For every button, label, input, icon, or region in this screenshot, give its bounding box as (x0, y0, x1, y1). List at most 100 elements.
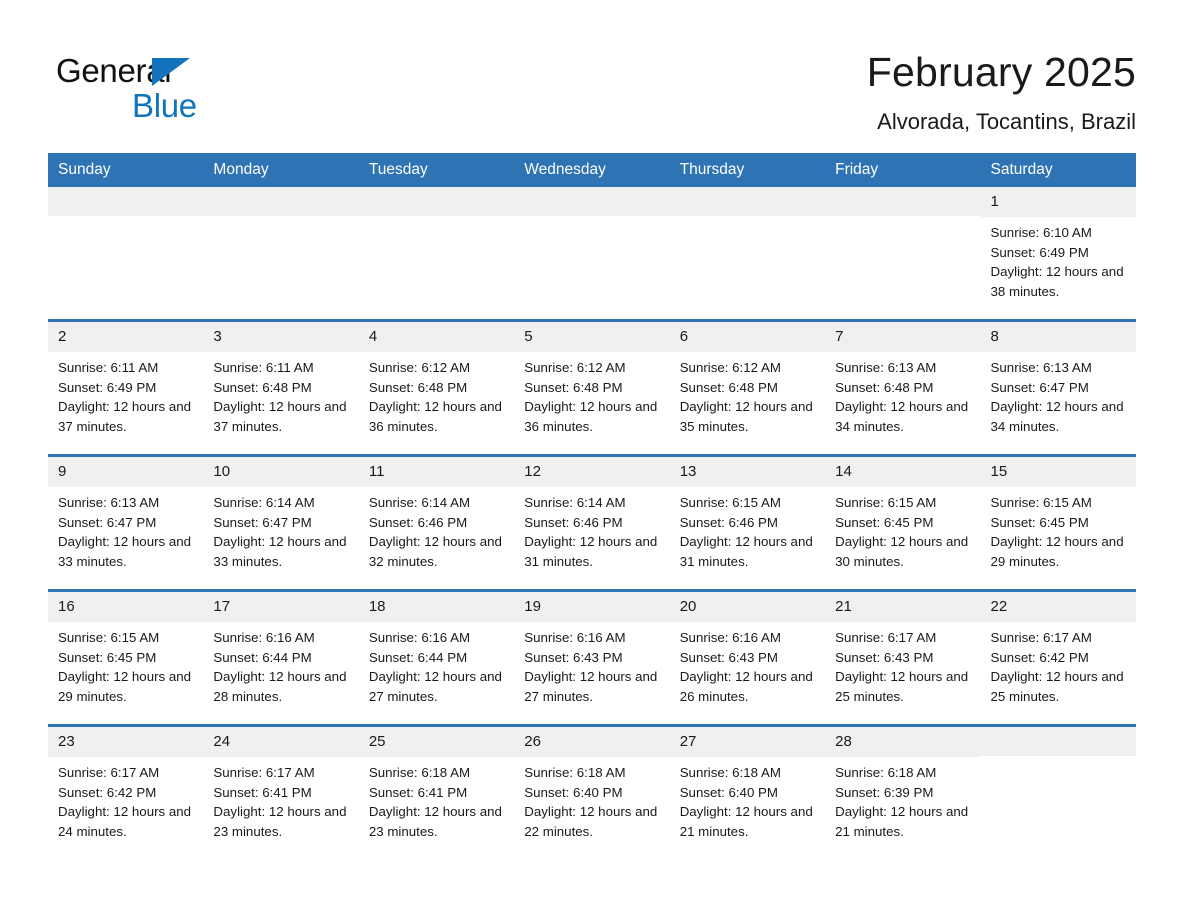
daylight-text: Daylight: 12 hours and 34 minutes. (835, 399, 969, 434)
title-block: February 2025 Alvorada, Tocantins, Brazi… (867, 48, 1136, 134)
day-sun-info: Sunrise: 6:16 AM Sunset: 6:43 PM Daylight:… (670, 622, 825, 707)
sunrise-text: Sunrise: 6:16 AM (679, 629, 781, 645)
sunrise-text: Sunrise: 6:13 AM (990, 359, 1092, 375)
calendar-day-cell[interactable]: 12 Sunrise: 6:14 AM Sunset: 6:46 PM Dayligh… (514, 454, 670, 591)
day-cell-inner (203, 187, 359, 319)
sunset-text: Sunset: 6:43 PM (524, 649, 623, 665)
day-number: 5 (514, 322, 670, 352)
sunset-text: Sunset: 6:47 PM (58, 514, 157, 530)
day-sun-info: Sunrise: 6:13 AM Sunset: 6:47 PM Daylight:… (981, 352, 1136, 437)
sunrise-text: Sunrise: 6:11 AM (213, 359, 314, 375)
daylight-text: Daylight: 12 hours and 33 minutes. (213, 534, 347, 569)
calendar-day-cell[interactable]: 4 Sunrise: 6:12 AM Sunset: 6:48 PM Daylight… (358, 319, 515, 456)
day-cell-inner: 1 Sunrise: 6:10 AM Sunset: 6:49 PM Daylight… (980, 187, 1136, 319)
calendar-day-cell[interactable]: 24 Sunrise: 6:17 AM Sunset: 6:41 PM Dayligh… (203, 724, 359, 860)
calendar-day-cell[interactable]: 15 Sunrise: 6:15 AM Sunset: 6:45 PM Dayligh… (980, 454, 1136, 591)
day-number: 11 (358, 457, 515, 487)
calendar-day-cell[interactable]: 3 Sunrise: 6:11 AM Sunset: 6:48 PM Daylight… (203, 319, 359, 456)
sunrise-text: Sunrise: 6:14 AM (368, 494, 471, 510)
day-number (669, 187, 826, 217)
sunset-text: Sunset: 6:49 PM (58, 379, 157, 395)
calendar-day-cell[interactable]: 11 Sunrise: 6:14 AM Sunset: 6:46 PM Dayligh… (358, 454, 515, 591)
calendar-day-cell[interactable]: 17 Sunrise: 6:16 AM Sunset: 6:44 PM Dayligh… (203, 589, 359, 726)
day-number: 17 (203, 592, 359, 622)
day-cell-inner: 27 Sunrise: 6:18 AM Sunset: 6:40 PM Dayligh… (669, 727, 826, 859)
sunset-text: Sunset: 6:46 PM (368, 514, 468, 530)
day-cell-inner (514, 187, 670, 319)
day-number (48, 187, 204, 217)
calendar-day-cell[interactable]: 9 Sunrise: 6:13 AM Sunset: 6:47 PM Daylight… (48, 454, 204, 591)
calendar-day-cell[interactable]: 27 Sunrise: 6:18 AM Sunset: 6:40 PM Dayligh… (669, 724, 826, 860)
day-sun-info: Sunrise: 6:14 AM Sunset: 6:47 PM Daylight:… (203, 487, 358, 572)
calendar-day-cell[interactable]: 18 Sunrise: 6:16 AM Sunset: 6:44 PM Dayligh… (358, 589, 515, 726)
sunrise-text: Sunrise: 6:17 AM (835, 629, 937, 645)
sunset-text: Sunset: 6:46 PM (524, 514, 623, 530)
daylight-text: Daylight: 12 hours and 37 minutes. (213, 399, 347, 434)
sunset-text: Sunset: 6:45 PM (835, 514, 934, 530)
day-sun-info: Sunrise: 6:18 AM Sunset: 6:41 PM Daylight:… (359, 757, 514, 842)
day-cell-inner: 8 Sunrise: 6:13 AM Sunset: 6:47 PM Daylight… (980, 322, 1136, 454)
calendar-day-cell[interactable]: 5 Sunrise: 6:12 AM Sunset: 6:48 PM Daylight… (514, 319, 670, 456)
sunrise-text: Sunrise: 6:14 AM (524, 494, 626, 510)
day-sun-info: Sunrise: 6:18 AM Sunset: 6:39 PM Daylight:… (825, 757, 980, 842)
day-number: 12 (514, 457, 670, 487)
daylight-text: Daylight: 12 hours and 23 minutes. (368, 804, 502, 839)
calendar-day-cell[interactable]: 25 Sunrise: 6:18 AM Sunset: 6:41 PM Dayligh… (358, 724, 515, 860)
calendar-day-cell[interactable]: 8 Sunrise: 6:13 AM Sunset: 6:47 PM Daylight… (980, 319, 1136, 456)
day-cell-inner: 13 Sunrise: 6:15 AM Sunset: 6:46 PM Dayligh… (669, 457, 826, 589)
page-title: February 2025 (866, 49, 1136, 95)
calendar-day-cell[interactable]: 16 Sunrise: 6:15 AM Sunset: 6:45 PM Dayligh… (48, 589, 204, 726)
daylight-text: Daylight: 12 hours and 34 minutes. (990, 399, 1124, 434)
day-sun-info: Sunrise: 6:15 AM Sunset: 6:46 PM Daylight:… (670, 487, 825, 572)
day-sun-info: Sunrise: 6:15 AM Sunset: 6:45 PM Daylight:… (825, 487, 980, 572)
daylight-text: Daylight: 12 hours and 36 minutes. (524, 399, 658, 434)
calendar-day-cell[interactable]: 26 Sunrise: 6:18 AM Sunset: 6:40 PM Dayligh… (514, 724, 670, 860)
weekday-header-monday: Monday (203, 153, 359, 188)
day-sun-info: Sunrise: 6:16 AM Sunset: 6:44 PM Daylight:… (203, 622, 358, 707)
calendar-week-row: 9 Sunrise: 6:13 AM Sunset: 6:47 PM Daylight… (48, 454, 1136, 591)
calendar-week-row: 23 Sunrise: 6:17 AM Sunset: 6:42 PM Dayligh… (48, 724, 1136, 860)
day-number: 3 (203, 322, 359, 352)
daylight-text: Daylight: 12 hours and 23 minutes. (213, 804, 347, 839)
daylight-text: Daylight: 12 hours and 33 minutes. (58, 534, 192, 569)
day-cell-inner: 14 Sunrise: 6:15 AM Sunset: 6:45 PM Dayligh… (825, 457, 981, 589)
day-cell-inner: 9 Sunrise: 6:13 AM Sunset: 6:47 PM Daylight… (48, 457, 204, 589)
calendar-day-cell[interactable]: 13 Sunrise: 6:15 AM Sunset: 6:46 PM Dayligh… (669, 454, 826, 591)
page-header: General Blue February 2025 Alvorada, Toc… (0, 0, 1188, 134)
calendar-day-cell[interactable]: 7 Sunrise: 6:13 AM Sunset: 6:48 PM Daylight… (825, 319, 981, 456)
calendar-day-cell[interactable]: 14 Sunrise: 6:15 AM Sunset: 6:45 PM Dayligh… (825, 454, 981, 591)
calendar-day-cell[interactable]: 28 Sunrise: 6:18 AM Sunset: 6:39 PM Dayligh… (825, 724, 981, 860)
sunrise-text: Sunrise: 6:18 AM (368, 764, 471, 780)
calendar-page: General Blue February 2025 Alvorada, Toc… (0, 0, 1188, 918)
calendar-container: Sunday Monday Tuesday Wednesday Thursday Frid… (0, 153, 1188, 860)
sunrise-text: Sunrise: 6:12 AM (368, 359, 471, 375)
calendar-day-cell[interactable]: 21 Sunrise: 6:17 AM Sunset: 6:43 PM Dayligh… (825, 589, 981, 726)
day-sun-info: Sunrise: 6:17 AM Sunset: 6:42 PM Daylight:… (981, 622, 1136, 707)
calendar-day-cell[interactable]: 20 Sunrise: 6:16 AM Sunset: 6:43 PM Dayligh… (669, 589, 826, 726)
day-number (514, 187, 670, 217)
day-sun-info: Sunrise: 6:12 AM Sunset: 6:48 PM Daylight:… (514, 352, 669, 437)
page-subtitle: Alvorada, Tocantins, Brazil (877, 108, 1136, 134)
day-sun-info: Sunrise: 6:16 AM Sunset: 6:43 PM Daylight:… (514, 622, 669, 707)
weekday-header-thursday: Thursday (669, 153, 826, 188)
day-number: 23 (48, 727, 204, 757)
sunset-text: Sunset: 6:44 PM (213, 649, 312, 665)
day-sun-info: Sunrise: 6:11 AM Sunset: 6:48 PM Daylight:… (203, 352, 358, 437)
day-sun-info: Sunrise: 6:15 AM Sunset: 6:45 PM Daylight:… (981, 487, 1136, 572)
daylight-text: Daylight: 12 hours and 31 minutes. (679, 534, 813, 569)
calendar-day-cell[interactable]: 2 Sunrise: 6:11 AM Sunset: 6:49 PM Daylight… (48, 319, 204, 456)
sunrise-text: Sunrise: 6:16 AM (524, 629, 626, 645)
sunrise-text: Sunrise: 6:17 AM (990, 629, 1092, 645)
calendar-day-cell[interactable]: 22 Sunrise: 6:17 AM Sunset: 6:42 PM Dayligh… (980, 589, 1136, 726)
calendar-day-cell-empty (669, 187, 826, 321)
weekday-header-tuesday: Tuesday (358, 153, 515, 188)
calendar-day-cell[interactable]: 23 Sunrise: 6:17 AM Sunset: 6:42 PM Dayligh… (48, 724, 204, 860)
calendar-body: 1 Sunrise: 6:10 AM Sunset: 6:49 PM Daylight… (48, 187, 1136, 860)
calendar-day-cell[interactable]: 6 Sunrise: 6:12 AM Sunset: 6:48 PM Daylight… (669, 319, 826, 456)
calendar-table: Sunday Monday Tuesday Wednesday Thursday Frid… (48, 153, 1136, 860)
calendar-day-cell[interactable]: 19 Sunrise: 6:16 AM Sunset: 6:43 PM Dayligh… (514, 589, 670, 726)
day-number: 28 (825, 727, 981, 757)
daylight-text: Daylight: 12 hours and 38 minutes. (990, 264, 1124, 299)
calendar-day-cell[interactable]: 1 Sunrise: 6:10 AM Sunset: 6:49 PM Daylight… (980, 187, 1136, 321)
calendar-day-cell[interactable]: 10 Sunrise: 6:14 AM Sunset: 6:47 PM Dayligh… (203, 454, 359, 591)
